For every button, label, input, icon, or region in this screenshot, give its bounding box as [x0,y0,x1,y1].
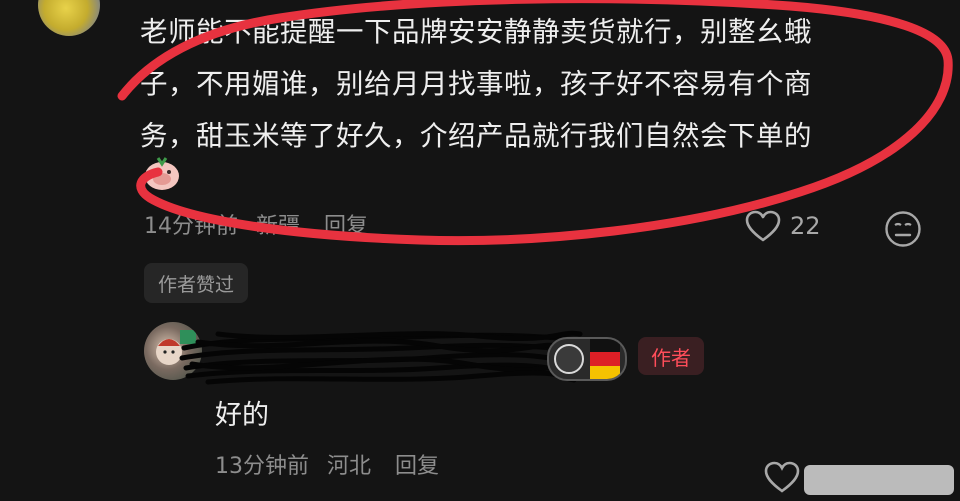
heart-outline-icon [745,210,781,242]
germany-flag-icon [590,339,620,379]
comment-line: 老师能不能提醒一下品牌安安静静卖货就行，别整幺蛾 [140,16,812,48]
reply-meta: 13分钟前 河北 回复 [215,448,439,480]
like-count: 22 [790,212,821,240]
like-button[interactable]: 22 [744,209,821,243]
comment-line: 务，甜玉米等了好久，介绍产品就行我们自然会下单的 [140,120,812,152]
reply-action-icons [764,461,954,495]
heart-outline-icon [764,461,800,493]
author-liked-badge: 作者赞过 [144,263,249,303]
commenter-avatar[interactable] [38,0,100,36]
reply-location: 河北 [327,454,372,479]
sticker-emoji-icon [145,157,179,190]
author-tag: 作者 [638,337,704,375]
reply-button[interactable]: 回复 [324,208,368,240]
comment-meta: 14分钟前 新疆 回复 [144,208,368,240]
globe-icon [554,344,584,374]
comment-location: 新疆 [256,214,301,239]
reply-to-reply-button[interactable]: 回复 [395,448,439,480]
reply-time: 13分钟前 [215,454,309,479]
comment-body: 老师能不能提醒一下品牌安安静静卖货就行，别整幺蛾 子，不用媚谁，别给月月找事啦，… [140,6,930,162]
meh-face-icon[interactable] [884,210,922,248]
comment-line: 子，不用媚谁，别给月月找事啦，孩子好不容易有个商 [140,68,812,100]
reply-body: 好的 [215,400,269,431]
comment-time: 14分钟前 [144,214,238,239]
comment-thread: 老师能不能提醒一下品牌安安静静卖货就行，别整幺蛾 子，不用媚谁，别给月月找事啦，… [0,0,960,501]
fan-badge [547,337,627,381]
redacted-username-scribble [179,330,593,385]
